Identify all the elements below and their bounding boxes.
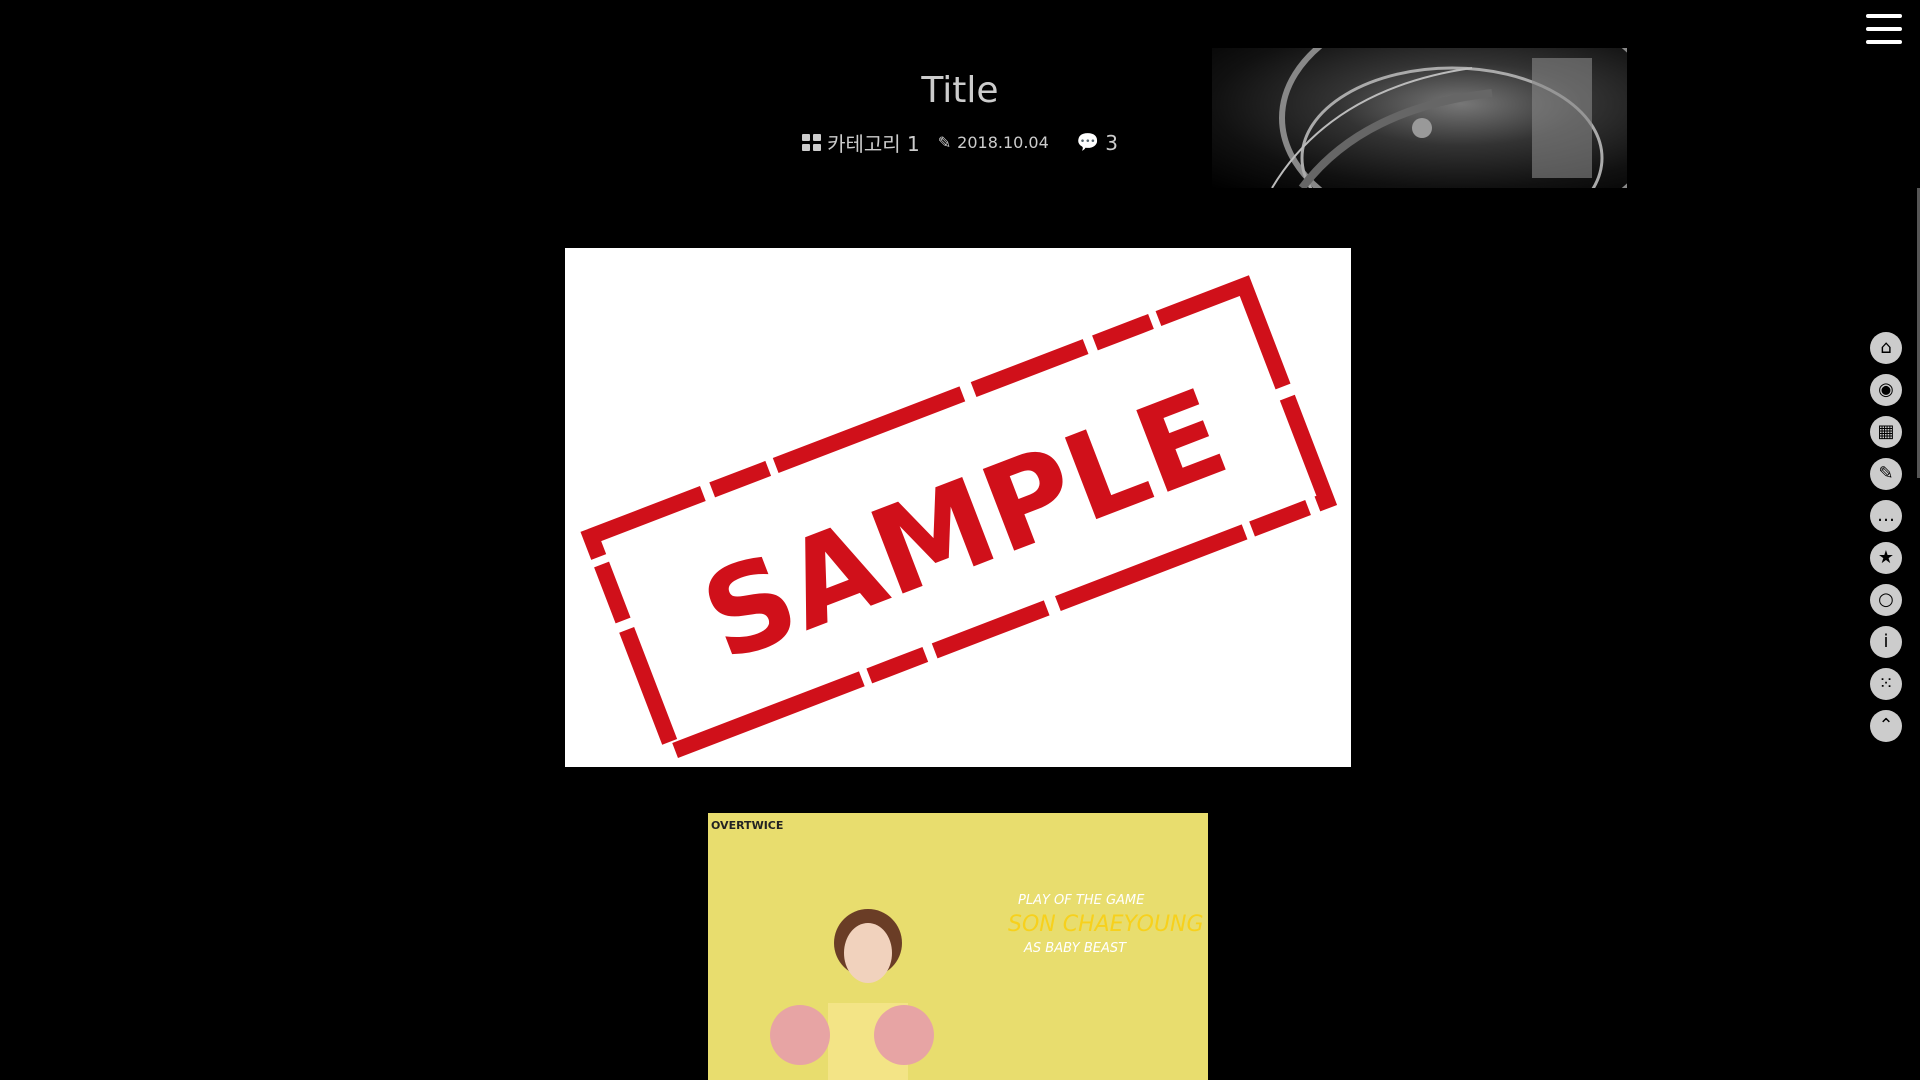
post-meta: 카테고리 1 ✎ 2018.10.04 💬 3: [0, 128, 1920, 157]
comments-link[interactable]: 💬 3: [1077, 131, 1118, 155]
category-link[interactable]: 카테고리 1: [802, 128, 920, 157]
post-date: ✎ 2018.10.04: [938, 133, 1049, 152]
post-title: Title: [921, 70, 999, 111]
camera-icon[interactable]: ◉: [1870, 374, 1902, 406]
page: Title 카테고리 1 ✎ 2018.10.04 💬 3 SAMPLE OVE…: [0, 0, 1920, 1080]
dice-icon[interactable]: ⁙: [1870, 668, 1902, 700]
home-icon[interactable]: ⌂: [1870, 332, 1902, 364]
poster-line-1: PLAY OF THE GAME: [1018, 893, 1145, 908]
search-icon[interactable]: ○: [1870, 584, 1902, 616]
poster-line-2: SON CHAEYOUNG: [1008, 912, 1204, 937]
side-icon-rail: ⌂ ◉ ▦ ✎ … ★ ○ i ⁙ ⌃: [1870, 332, 1906, 742]
chat-icon[interactable]: …: [1870, 500, 1902, 532]
edit-icon: ✎: [937, 133, 952, 152]
scroll-top-icon[interactable]: ⌃: [1870, 710, 1902, 742]
comment-count: 3: [1105, 130, 1118, 155]
checklist-icon[interactable]: ✎: [1870, 458, 1902, 490]
grid-icon: [802, 134, 822, 151]
calendar-icon[interactable]: ▦: [1870, 416, 1902, 448]
comments-icon: 💬: [1076, 132, 1100, 153]
poster-logo: OVERTWICE: [711, 819, 784, 832]
post-header: Title 카테고리 1 ✎ 2018.10.04 💬 3: [0, 70, 1920, 156]
header-banner-image: [1212, 48, 1627, 188]
hamburger-icon[interactable]: [1866, 14, 1902, 44]
poster-image: OVERTWICE PLAY OF THE GAME SON CHAEYOUNG…: [708, 813, 1208, 1080]
sample-image: SAMPLE: [565, 248, 1351, 767]
date-label: 2018.10.04: [957, 133, 1049, 152]
category-label: 카테고리 1: [827, 132, 920, 156]
bookmark-icon[interactable]: ★: [1870, 542, 1902, 574]
poster-line-3: AS BABY BEAST: [1024, 941, 1127, 956]
poster-text: PLAY OF THE GAME SON CHAEYOUNG AS BABY B…: [1008, 893, 1204, 956]
info-icon[interactable]: i: [1870, 626, 1902, 658]
